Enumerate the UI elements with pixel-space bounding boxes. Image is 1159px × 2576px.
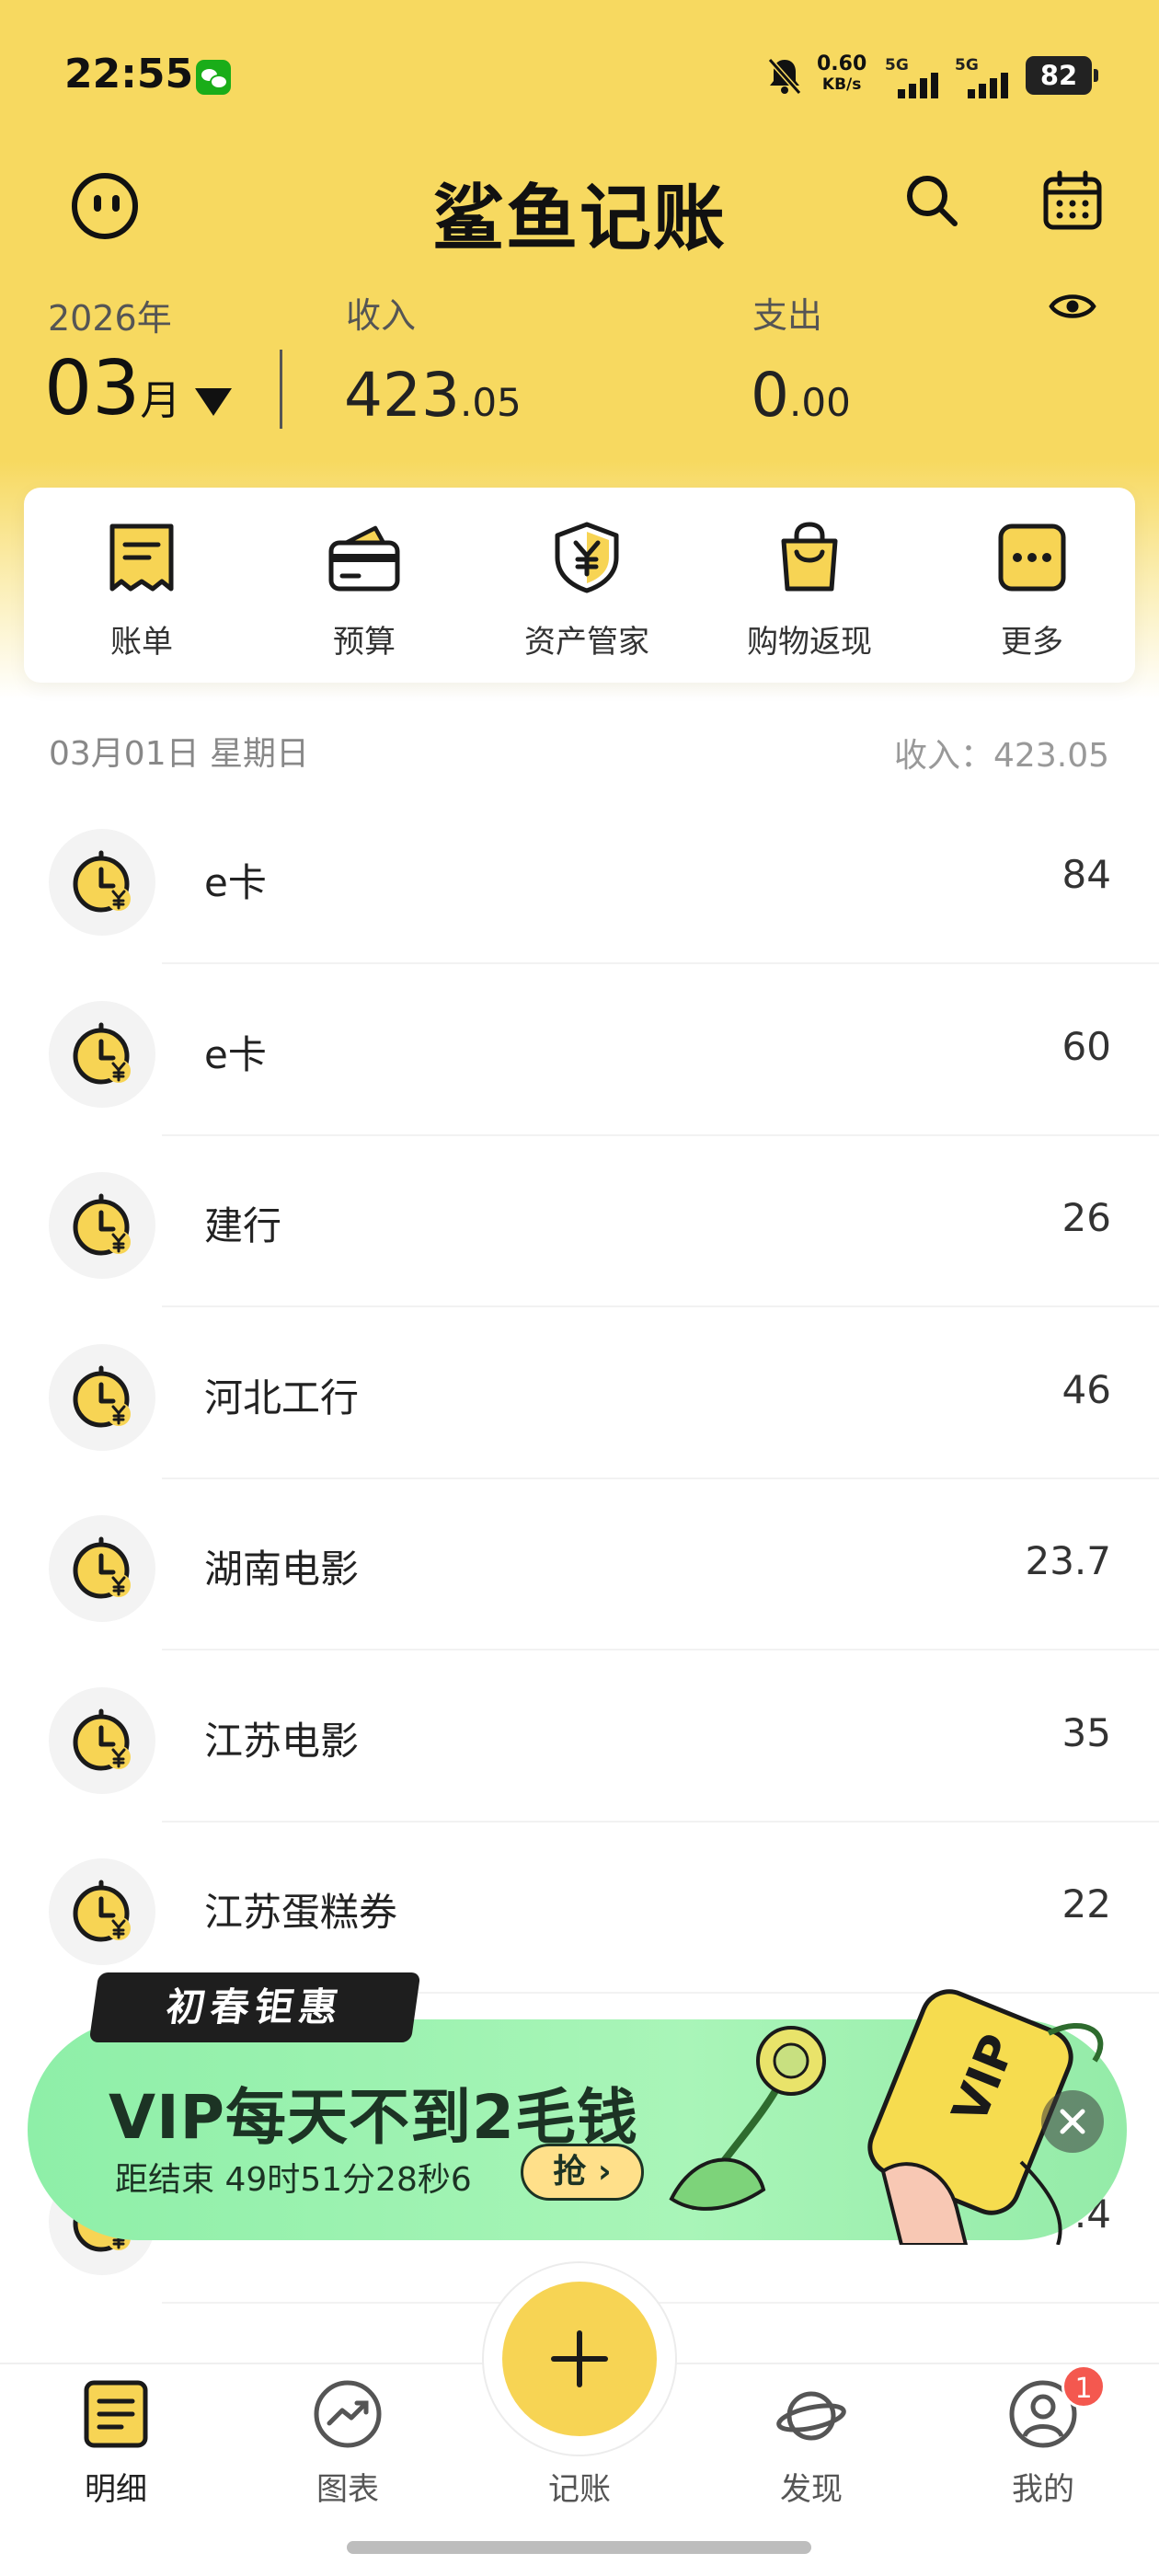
income-dec: .05 xyxy=(459,380,522,425)
transaction-amount: 60 xyxy=(1061,1023,1111,1069)
transaction-amount: 35 xyxy=(1061,1709,1111,1755)
add-record-button[interactable] xyxy=(502,2282,657,2436)
transaction-name: 江苏电影 xyxy=(204,1718,360,1764)
network-speed: 0.60 KB/s xyxy=(817,54,866,95)
list-icon xyxy=(84,2380,148,2448)
month-unit: 月 xyxy=(140,377,181,424)
menu-item-label: 预算 xyxy=(333,624,396,661)
expense-int: 0 xyxy=(751,360,789,431)
network-speed-value: 0.60 xyxy=(817,52,867,75)
sim2-label: 5G xyxy=(955,56,979,75)
menu-item-label: 资产管家 xyxy=(524,624,649,661)
expense-amount: 0.00 xyxy=(751,359,851,440)
month-value: 03 xyxy=(44,345,141,432)
transaction-amount: 84 xyxy=(1061,852,1111,897)
notification-badge: 1 xyxy=(1061,2364,1106,2409)
menu-item-label: 购物返现 xyxy=(747,624,872,661)
transaction-amount: 26 xyxy=(1061,1195,1111,1240)
menu-item-label: 更多 xyxy=(1001,624,1063,661)
clock-yuan-icon xyxy=(49,1515,155,1622)
grab-button-label: 抢 xyxy=(553,2153,587,2191)
row-divider xyxy=(162,2302,1159,2304)
calendar-icon[interactable] xyxy=(1041,170,1104,233)
tab-discover[interactable]: 发现 xyxy=(719,2364,903,2512)
transaction-name: e卡 xyxy=(204,1031,267,1077)
shield-yuan-icon xyxy=(555,522,619,593)
signal-icon: 5G xyxy=(955,56,1019,98)
chart-icon xyxy=(314,2380,382,2448)
menu-item-bill[interactable]: 账单 xyxy=(31,488,252,683)
clock-yuan-icon xyxy=(49,1343,155,1451)
year-label: 2026年 xyxy=(48,298,172,339)
tab-label: 我的 xyxy=(1012,2471,1074,2508)
bell-muted-icon xyxy=(767,58,802,95)
battery-icon: 82 xyxy=(1026,56,1098,95)
transaction-name: e卡 xyxy=(204,860,267,905)
menu-item-budget[interactable]: 预算 xyxy=(254,488,475,683)
promo-tag: 初春钜惠 xyxy=(88,1972,421,2042)
planet-icon xyxy=(776,2391,846,2441)
menu-item-label: 账单 xyxy=(110,624,173,661)
tab-details[interactable]: 明细 xyxy=(24,2364,208,2512)
clock-yuan-icon xyxy=(49,829,155,936)
divider xyxy=(280,350,282,429)
transaction-row[interactable]: e卡 84 xyxy=(0,793,1159,964)
caret-down-icon[interactable] xyxy=(195,388,232,416)
day-summary: 收入：423.05 xyxy=(894,737,1109,775)
menu-item-cashback[interactable]: 购物返现 xyxy=(699,488,920,683)
transaction-row[interactable]: e卡 60 xyxy=(0,965,1159,1136)
app-title: 鲨鱼记账 xyxy=(431,178,727,260)
bill-icon xyxy=(109,523,174,592)
transaction-name: 湖南电影 xyxy=(204,1547,360,1592)
avatar-face-icon[interactable] xyxy=(72,173,138,239)
tab-label: 图表 xyxy=(316,2471,379,2508)
search-icon[interactable] xyxy=(901,170,962,231)
transaction-amount: 46 xyxy=(1061,1366,1111,1412)
transaction-name: 江苏蛋糕券 xyxy=(204,1890,398,1935)
transaction-row[interactable]: 建行 26 xyxy=(0,1136,1159,1307)
clock-yuan-icon xyxy=(49,1000,155,1108)
transaction-amount: 22 xyxy=(1061,1881,1111,1926)
tab-label: 记账 xyxy=(548,2471,611,2508)
signal-icon: 5G xyxy=(885,56,949,98)
expense-label: 支出 xyxy=(752,295,823,336)
network-speed-unit: KB/s xyxy=(821,75,862,94)
transaction-amount: 23.7 xyxy=(1025,1538,1111,1583)
promo-countdown: 距结束 49时51分28秒6 xyxy=(115,2161,472,2199)
quick-menu-card: 账单 预算 资产管家 购物返现 更多 xyxy=(24,488,1135,683)
sim1-label: 5G xyxy=(885,56,909,75)
tab-label: 明细 xyxy=(85,2471,147,2508)
wallet-icon xyxy=(328,525,400,592)
status-bar: 22:55 0.60 KB/s 5G 5G 82 xyxy=(0,51,1159,106)
grab-button[interactable]: 抢 › xyxy=(521,2144,644,2201)
tab-profile[interactable]: 我的 xyxy=(951,2364,1135,2512)
promo-banner[interactable]: 初春钜惠 VIP每天不到2毛钱 距结束 49时51分28秒6 抢 › VIP xyxy=(28,1969,1131,2245)
transaction-row[interactable]: 河北工行 46 xyxy=(0,1308,1159,1479)
month-selector[interactable]: 03月 xyxy=(44,348,180,443)
income-amount: 423.05 xyxy=(344,359,522,440)
tab-charts[interactable]: 图表 xyxy=(256,2364,440,2512)
plus-icon xyxy=(551,2330,608,2387)
menu-item-assets[interactable]: 资产管家 xyxy=(476,488,697,683)
transaction-row[interactable]: 湖南电影 23.7 xyxy=(0,1479,1159,1650)
income-label: 收入 xyxy=(346,295,417,336)
home-indicator[interactable] xyxy=(347,2541,811,2554)
expense-dec: .00 xyxy=(789,380,851,425)
status-time: 22:55 xyxy=(64,51,194,98)
shopping-bag-icon xyxy=(781,522,838,592)
clock-yuan-icon xyxy=(49,1172,155,1279)
transaction-name: 建行 xyxy=(204,1203,282,1248)
transaction-row[interactable]: 江苏电影 35 xyxy=(0,1651,1159,1823)
more-icon xyxy=(998,523,1066,592)
eye-icon[interactable] xyxy=(1049,288,1096,325)
clock-yuan-icon xyxy=(49,1686,155,1794)
transaction-name: 河北工行 xyxy=(204,1374,360,1420)
income-int: 423 xyxy=(344,360,460,431)
menu-item-more[interactable]: 更多 xyxy=(922,488,1142,683)
clock-yuan-icon xyxy=(49,1858,155,1965)
tab-label: 发现 xyxy=(780,2471,843,2508)
day-date: 03月01日 星期日 xyxy=(49,735,310,773)
close-icon[interactable] xyxy=(1041,2090,1104,2153)
wechat-icon xyxy=(196,60,231,95)
